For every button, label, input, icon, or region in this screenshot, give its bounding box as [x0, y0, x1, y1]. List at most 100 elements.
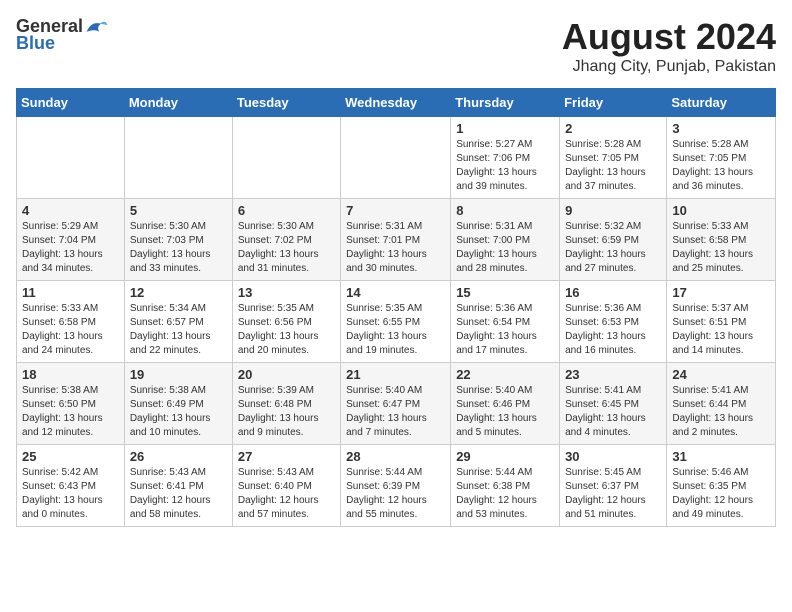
calendar-cell: 2Sunrise: 5:28 AM Sunset: 7:05 PM Daylig… [560, 117, 667, 199]
calendar-cell: 31Sunrise: 5:46 AM Sunset: 6:35 PM Dayli… [667, 445, 776, 527]
day-number: 28 [346, 449, 445, 464]
day-info: Sunrise: 5:43 AM Sunset: 6:41 PM Dayligh… [130, 466, 227, 522]
weekday-header-saturday: Saturday [667, 89, 776, 117]
day-info: Sunrise: 5:36 AM Sunset: 6:54 PM Dayligh… [456, 302, 554, 358]
calendar-header-row: SundayMondayTuesdayWednesdayThursdayFrid… [17, 89, 776, 117]
day-info: Sunrise: 5:33 AM Sunset: 6:58 PM Dayligh… [672, 220, 770, 276]
day-number: 22 [456, 367, 554, 382]
calendar-week-5: 25 Sunrise: 5:42 AM Sunset: 6:43 PM Dayli… [17, 445, 776, 527]
day-number: 9 [565, 203, 661, 218]
day-info: Sunrise: 5:44 AM Sunset: 6:39 PM Dayligh… [346, 466, 445, 522]
day-number: 15 [456, 285, 554, 300]
weekday-header-tuesday: Tuesday [232, 89, 340, 117]
calendar-cell: 1 Sunrise: 5:27 AM Sunset: 7:06 PM Daylig… [451, 117, 560, 199]
day-number: 21 [346, 367, 445, 382]
calendar-cell: 25 Sunrise: 5:42 AM Sunset: 6:43 PM Dayli… [17, 445, 125, 527]
weekday-header-friday: Friday [560, 89, 667, 117]
day-info: Sunrise: 5:36 AM Sunset: 6:53 PM Dayligh… [565, 302, 661, 358]
day-number: 26 [130, 449, 227, 464]
day-number: 3 [672, 121, 770, 136]
day-info: Sunrise: 5:31 AM Sunset: 7:00 PM Dayligh… [456, 220, 554, 276]
day-number: 7 [346, 203, 445, 218]
calendar-cell: 27 Sunrise: 5:43 AM Sunset: 6:40 PM Dayli… [232, 445, 340, 527]
calendar-cell: 18 Sunrise: 5:38 AM Sunset: 6:50 PM Dayli… [17, 363, 125, 445]
day-info: Sunrise: 5:27 AM Sunset: 7:06 PM Dayligh… [456, 138, 554, 194]
location-subtitle: Jhang City, Punjab, Pakistan [562, 58, 776, 76]
calendar-cell: 26 Sunrise: 5:43 AM Sunset: 6:41 PM Dayli… [124, 445, 232, 527]
day-info: Sunrise: 5:28 AM Sunset: 7:05 PM Dayligh… [565, 138, 661, 194]
day-info: Sunrise: 5:30 AM Sunset: 7:02 PM Dayligh… [238, 220, 335, 276]
day-info: Sunrise: 5:28 AM Sunset: 7:05 PM Dayligh… [672, 138, 770, 194]
page-header: General Blue August 2024 Jhang City, Pun… [16, 16, 776, 76]
calendar-week-3: 11 Sunrise: 5:33 AM Sunset: 6:58 PM Dayli… [17, 281, 776, 363]
calendar-cell: 15 Sunrise: 5:36 AM Sunset: 6:54 PM Dayli… [451, 281, 560, 363]
day-number: 31 [672, 449, 770, 464]
day-info: Sunrise: 5:42 AM Sunset: 6:43 PM Dayligh… [22, 466, 119, 522]
day-number: 5 [130, 203, 227, 218]
calendar-week-2: 4 Sunrise: 5:29 AM Sunset: 7:04 PM Daylig… [17, 199, 776, 281]
day-number: 12 [130, 285, 227, 300]
calendar-cell: 23 Sunrise: 5:41 AM Sunset: 6:45 PM Dayli… [560, 363, 667, 445]
calendar-cell: 10 Sunrise: 5:33 AM Sunset: 6:58 PM Dayli… [667, 199, 776, 281]
calendar-cell: 12 Sunrise: 5:34 AM Sunset: 6:57 PM Dayli… [124, 281, 232, 363]
day-info: Sunrise: 5:33 AM Sunset: 6:58 PM Dayligh… [22, 302, 119, 358]
day-number: 25 [22, 449, 119, 464]
day-number: 18 [22, 367, 119, 382]
calendar-cell: 17 Sunrise: 5:37 AM Sunset: 6:51 PM Dayli… [667, 281, 776, 363]
day-info: Sunrise: 5:29 AM Sunset: 7:04 PM Dayligh… [22, 220, 119, 276]
logo: General Blue [16, 16, 109, 54]
month-year-title: August 2024 [562, 16, 776, 58]
weekday-header-wednesday: Wednesday [341, 89, 451, 117]
day-info: Sunrise: 5:41 AM Sunset: 6:44 PM Dayligh… [672, 384, 770, 440]
day-info: Sunrise: 5:38 AM Sunset: 6:50 PM Dayligh… [22, 384, 119, 440]
day-number: 17 [672, 285, 770, 300]
day-info: Sunrise: 5:30 AM Sunset: 7:03 PM Dayligh… [130, 220, 227, 276]
day-number: 8 [456, 203, 554, 218]
day-number: 6 [238, 203, 335, 218]
weekday-header-monday: Monday [124, 89, 232, 117]
calendar-cell: 7 Sunrise: 5:31 AM Sunset: 7:01 PM Daylig… [341, 199, 451, 281]
weekday-header-thursday: Thursday [451, 89, 560, 117]
calendar-cell: 11 Sunrise: 5:33 AM Sunset: 6:58 PM Dayli… [17, 281, 125, 363]
weekday-header-sunday: Sunday [17, 89, 125, 117]
calendar-cell: 19Sunrise: 5:38 AM Sunset: 6:49 PM Dayli… [124, 363, 232, 445]
calendar-cell: 16 Sunrise: 5:36 AM Sunset: 6:53 PM Dayli… [560, 281, 667, 363]
day-number: 10 [672, 203, 770, 218]
day-info: Sunrise: 5:35 AM Sunset: 6:55 PM Dayligh… [346, 302, 445, 358]
calendar-cell: 13 Sunrise: 5:35 AM Sunset: 6:56 PM Dayli… [232, 281, 340, 363]
day-number: 29 [456, 449, 554, 464]
calendar-week-1: 1 Sunrise: 5:27 AM Sunset: 7:06 PM Daylig… [17, 117, 776, 199]
day-number: 23 [565, 367, 661, 382]
calendar-cell: 9Sunrise: 5:32 AM Sunset: 6:59 PM Daylig… [560, 199, 667, 281]
calendar-cell: 30Sunrise: 5:45 AM Sunset: 6:37 PM Dayli… [560, 445, 667, 527]
day-info: Sunrise: 5:45 AM Sunset: 6:37 PM Dayligh… [565, 466, 661, 522]
logo-bird-icon [85, 17, 109, 37]
day-info: Sunrise: 5:40 AM Sunset: 6:47 PM Dayligh… [346, 384, 445, 440]
day-info: Sunrise: 5:43 AM Sunset: 6:40 PM Dayligh… [238, 466, 335, 522]
calendar-cell: 29Sunrise: 5:44 AM Sunset: 6:38 PM Dayli… [451, 445, 560, 527]
day-number: 4 [22, 203, 119, 218]
logo-blue: Blue [16, 33, 55, 54]
day-number: 1 [456, 121, 554, 136]
day-info: Sunrise: 5:39 AM Sunset: 6:48 PM Dayligh… [238, 384, 335, 440]
calendar-cell: 20Sunrise: 5:39 AM Sunset: 6:48 PM Dayli… [232, 363, 340, 445]
calendar-cell: 14Sunrise: 5:35 AM Sunset: 6:55 PM Dayli… [341, 281, 451, 363]
calendar-cell [341, 117, 451, 199]
calendar-cell [17, 117, 125, 199]
day-info: Sunrise: 5:40 AM Sunset: 6:46 PM Dayligh… [456, 384, 554, 440]
day-number: 11 [22, 285, 119, 300]
day-number: 24 [672, 367, 770, 382]
calendar-cell: 4 Sunrise: 5:29 AM Sunset: 7:04 PM Daylig… [17, 199, 125, 281]
calendar-cell: 6 Sunrise: 5:30 AM Sunset: 7:02 PM Daylig… [232, 199, 340, 281]
day-number: 13 [238, 285, 335, 300]
day-info: Sunrise: 5:31 AM Sunset: 7:01 PM Dayligh… [346, 220, 445, 276]
day-number: 19 [130, 367, 227, 382]
day-info: Sunrise: 5:41 AM Sunset: 6:45 PM Dayligh… [565, 384, 661, 440]
day-number: 27 [238, 449, 335, 464]
day-info: Sunrise: 5:37 AM Sunset: 6:51 PM Dayligh… [672, 302, 770, 358]
calendar-cell: 22 Sunrise: 5:40 AM Sunset: 6:46 PM Dayli… [451, 363, 560, 445]
day-info: Sunrise: 5:34 AM Sunset: 6:57 PM Dayligh… [130, 302, 227, 358]
day-number: 16 [565, 285, 661, 300]
calendar-table: SundayMondayTuesdayWednesdayThursdayFrid… [16, 88, 776, 527]
day-info: Sunrise: 5:35 AM Sunset: 6:56 PM Dayligh… [238, 302, 335, 358]
